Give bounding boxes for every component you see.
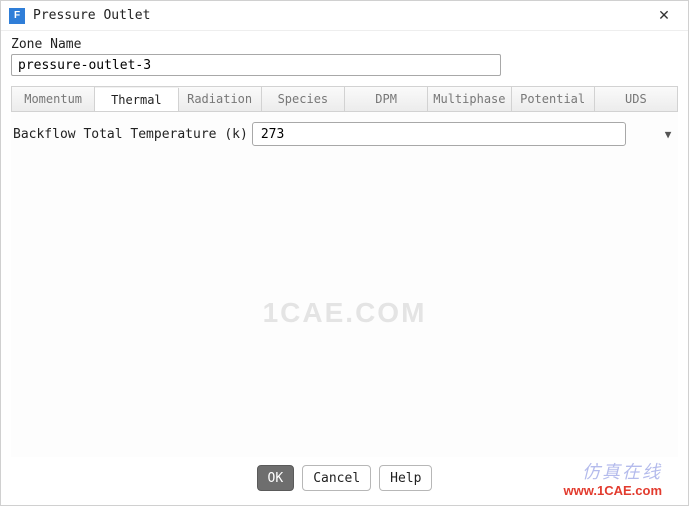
zone-name-input[interactable] <box>11 54 501 76</box>
backflow-temperature-row: Backflow Total Temperature (k) ▼ <box>11 120 678 148</box>
ok-button[interactable]: OK <box>257 465 295 491</box>
backflow-temperature-input[interactable] <box>252 122 626 146</box>
tab-uds[interactable]: UDS <box>595 87 677 111</box>
close-button[interactable]: ✕ <box>646 2 682 30</box>
content-area: Zone Name Momentum Thermal Radiation Spe… <box>1 31 688 505</box>
backflow-temperature-label: Backflow Total Temperature (k) <box>13 127 248 142</box>
tab-thermal[interactable]: Thermal <box>95 88 178 112</box>
watermark-url: www.1CAE.com <box>564 483 662 499</box>
app-icon: F <box>9 8 25 24</box>
window-title: Pressure Outlet <box>33 8 646 23</box>
tab-potential[interactable]: Potential <box>512 87 595 111</box>
tab-species[interactable]: Species <box>262 87 345 111</box>
chevron-down-icon: ▼ <box>665 128 672 141</box>
dialog-footer: OK Cancel Help 仿真在线 www.1CAE.com <box>11 457 678 505</box>
zone-name-label: Zone Name <box>11 37 678 52</box>
backflow-temperature-dropdown[interactable]: ▼ <box>660 126 676 142</box>
watermark-center: 1CAE.COM <box>11 297 678 329</box>
tab-multiphase[interactable]: Multiphase <box>428 87 511 111</box>
tab-bar: Momentum Thermal Radiation Species DPM M… <box>11 86 678 111</box>
titlebar: F Pressure Outlet ✕ <box>1 1 688 31</box>
tab-radiation[interactable]: Radiation <box>179 87 262 111</box>
tab-momentum[interactable]: Momentum <box>12 87 95 111</box>
pressure-outlet-dialog: F Pressure Outlet ✕ Zone Name Momentum T… <box>0 0 689 506</box>
cancel-button[interactable]: Cancel <box>302 465 371 491</box>
help-button[interactable]: Help <box>379 465 432 491</box>
watermark-corner: 仿真在线 www.1CAE.com <box>564 462 662 499</box>
thermal-panel: Backflow Total Temperature (k) ▼ 1CAE.CO… <box>11 111 678 457</box>
tab-dpm[interactable]: DPM <box>345 87 428 111</box>
watermark-cn: 仿真在线 <box>564 462 662 484</box>
